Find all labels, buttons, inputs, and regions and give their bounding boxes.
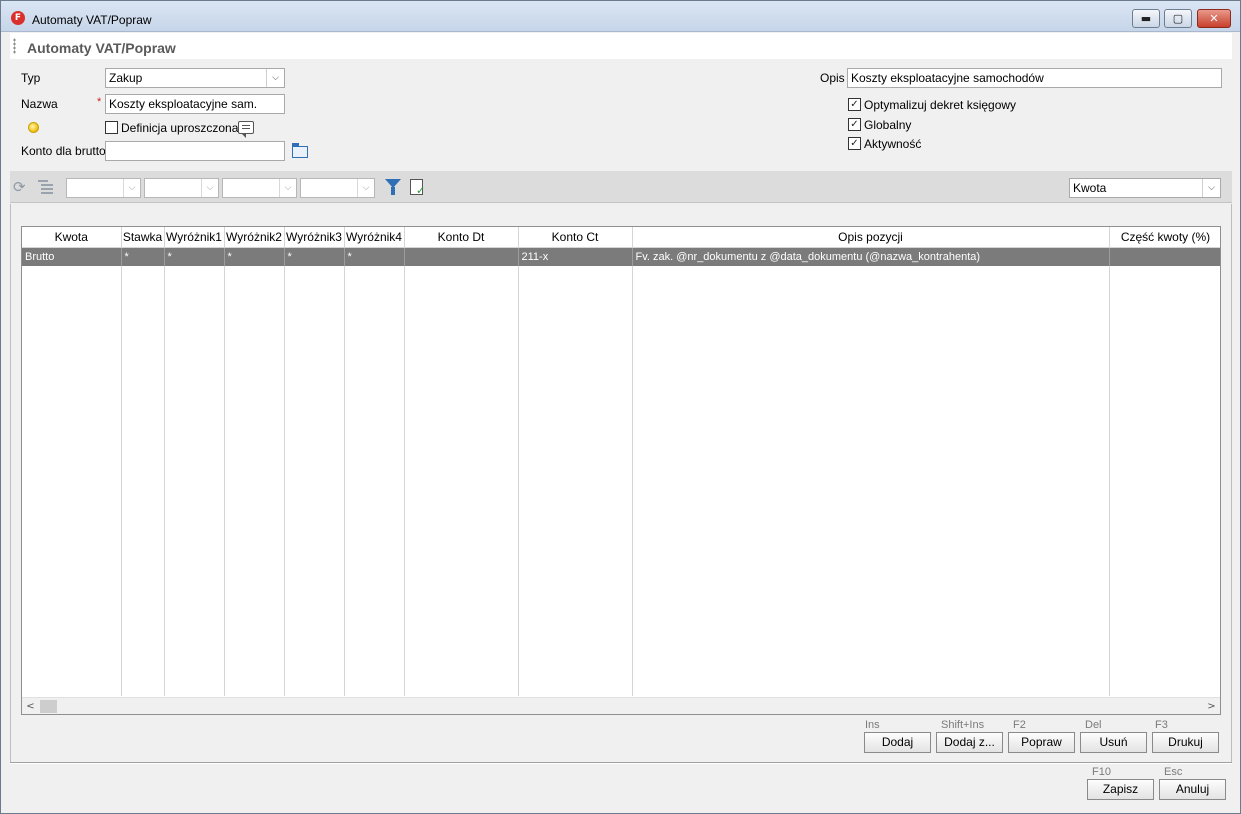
- close-icon: ✕: [1209, 12, 1219, 25]
- grid-header-row: Kwota Stawka Wyróżnik1 Wyróżnik2 Wyróżni…: [22, 227, 1220, 248]
- group-tree-icon[interactable]: [38, 180, 54, 194]
- app-logo-icon: F: [11, 11, 25, 25]
- chevron-down-icon[interactable]: ⌵: [266, 69, 284, 87]
- filter-select-1[interactable]: ⌵: [66, 178, 141, 198]
- chevron-down-icon[interactable]: ⌵: [201, 179, 218, 197]
- dodaj-z-button[interactable]: Dodaj z...: [936, 732, 1003, 753]
- chevron-down-icon[interactable]: ⌵: [357, 179, 374, 197]
- cell-wyroznik2[interactable]: *: [224, 247, 285, 266]
- definicja-label: Definicja uproszczona: [121, 121, 239, 135]
- horizontal-scrollbar[interactable]: < >: [22, 697, 1220, 714]
- dodaj-button[interactable]: Dodaj: [864, 732, 931, 753]
- chevron-down-icon[interactable]: ⌵: [123, 179, 140, 197]
- column-header-konto-ct[interactable]: Konto Ct: [518, 227, 633, 248]
- export-list-icon[interactable]: [410, 179, 425, 197]
- scroll-left-icon[interactable]: <: [22, 699, 39, 714]
- filter-icon[interactable]: [385, 179, 401, 195]
- refresh-icon[interactable]: ⟳: [13, 178, 26, 196]
- typ-select[interactable]: Zakup ⌵: [105, 68, 285, 88]
- optymalizuj-label: Optymalizuj dekret księgowy: [864, 98, 1017, 112]
- minimize-button[interactable]: ▬: [1132, 9, 1160, 28]
- filter-select-2[interactable]: ⌵: [144, 178, 219, 198]
- form-title: Automaty VAT/Popraw: [27, 40, 176, 56]
- comment-icon[interactable]: [238, 121, 254, 138]
- nazwa-input[interactable]: Koszty eksploatacyjne sam.: [105, 94, 285, 114]
- column-header-opis-pozycji[interactable]: Opis pozycji: [632, 227, 1110, 248]
- cell-wyroznik4[interactable]: *: [344, 247, 405, 266]
- cell-kwota[interactable]: Brutto: [22, 247, 122, 266]
- grid-empty-area: [22, 266, 1220, 696]
- aktywnosc-checkbox[interactable]: ✓: [848, 137, 861, 150]
- form-header: Automaty VAT/Popraw: [10, 33, 1232, 59]
- cell-konto-dt[interactable]: [404, 247, 519, 266]
- popraw-button[interactable]: Popraw: [1008, 732, 1075, 753]
- column-header-stawka[interactable]: Stawka: [121, 227, 165, 248]
- popraw-shortcut: F2: [1013, 719, 1026, 731]
- definicja-checkbox[interactable]: [105, 121, 118, 134]
- column-header-wyroznik3[interactable]: Wyróżnik3: [284, 227, 345, 248]
- maximize-button[interactable]: ▢: [1164, 9, 1192, 28]
- typ-select-value: Zakup: [109, 71, 143, 85]
- dodaj-z-shortcut: Shift+Ins: [941, 719, 985, 731]
- scrollbar-thumb[interactable]: [40, 700, 57, 713]
- column-header-wyroznik4[interactable]: Wyróżnik4: [344, 227, 405, 248]
- cell-czesc-kwoty[interactable]: [1109, 247, 1220, 266]
- usun-shortcut: Del: [1085, 719, 1102, 731]
- close-button[interactable]: ✕: [1197, 9, 1231, 28]
- positions-grid[interactable]: Kwota Stawka Wyróżnik1 Wyróżnik2 Wyróżni…: [21, 226, 1221, 715]
- cell-wyroznik3[interactable]: *: [284, 247, 345, 266]
- column-header-konto-dt[interactable]: Konto Dt: [404, 227, 519, 248]
- anuluj-shortcut: Esc: [1164, 766, 1183, 778]
- drukuj-shortcut: F3: [1155, 719, 1168, 731]
- cell-wyroznik1[interactable]: *: [164, 247, 225, 266]
- grid-toolbar: ⟳ ⌵ ⌵ ⌵ ⌵ Kwota ⌵: [10, 171, 1232, 203]
- filter-select-3[interactable]: ⌵: [222, 178, 297, 198]
- drukuj-button[interactable]: Drukuj: [1152, 732, 1219, 753]
- footer-divider: [10, 762, 1232, 764]
- opis-input[interactable]: Koszty eksploatacyjne samochodów: [847, 68, 1222, 88]
- maximize-icon: ▢: [1172, 12, 1184, 25]
- anuluj-button[interactable]: Anuluj: [1159, 779, 1226, 800]
- column-header-wyroznik2[interactable]: Wyróżnik2: [224, 227, 285, 248]
- usun-button[interactable]: Usuń: [1080, 732, 1147, 753]
- window-title: Automaty VAT/Popraw: [32, 13, 152, 27]
- column-header-czesc-kwoty[interactable]: Część kwoty (%): [1109, 227, 1220, 248]
- zapisz-button[interactable]: Zapisz: [1087, 779, 1154, 800]
- cell-konto-ct[interactable]: 211-x: [518, 247, 633, 266]
- status-indicator-icon: [28, 122, 39, 133]
- scroll-right-icon[interactable]: >: [1203, 699, 1220, 714]
- konto-brutto-label: Konto dla brutto: [21, 144, 106, 158]
- table-row[interactable]: Brutto * * * * * 211-x Fv. zak. @nr_doku…: [22, 247, 1220, 266]
- typ-label: Typ: [21, 71, 41, 85]
- cell-opis-pozycji[interactable]: Fv. zak. @nr_dokumentu z @data_dokumentu…: [632, 247, 1110, 266]
- folder-browse-icon[interactable]: [292, 143, 308, 158]
- globalny-checkbox[interactable]: ✓: [848, 118, 861, 131]
- cell-stawka[interactable]: *: [121, 247, 165, 266]
- konto-brutto-input[interactable]: [105, 141, 285, 161]
- required-marker: *: [97, 96, 102, 108]
- dodaj-shortcut: Ins: [865, 719, 880, 731]
- filter-select-4[interactable]: ⌵: [300, 178, 375, 198]
- sort-select-value: Kwota: [1073, 181, 1107, 195]
- column-header-wyroznik1[interactable]: Wyróżnik1: [164, 227, 225, 248]
- dialog-window: F Automaty VAT/Popraw ▬ ▢ ✕ Automaty VAT…: [0, 0, 1241, 814]
- title-bar[interactable]: F Automaty VAT/Popraw ▬ ▢ ✕: [1, 1, 1240, 32]
- column-header-kwota[interactable]: Kwota: [22, 227, 122, 248]
- sort-select[interactable]: Kwota ⌵: [1069, 178, 1221, 198]
- drag-grip-icon[interactable]: [13, 38, 16, 54]
- chevron-down-icon[interactable]: ⌵: [279, 179, 296, 197]
- minimize-icon: ▬: [1140, 12, 1152, 25]
- optymalizuj-checkbox[interactable]: ✓: [848, 98, 861, 111]
- chevron-down-icon[interactable]: ⌵: [1202, 179, 1220, 197]
- zapisz-shortcut: F10: [1092, 766, 1111, 778]
- aktywnosc-label: Aktywność: [864, 137, 922, 151]
- nazwa-label: Nazwa: [21, 97, 58, 111]
- globalny-label: Globalny: [864, 118, 912, 132]
- opis-label: Opis: [820, 71, 845, 85]
